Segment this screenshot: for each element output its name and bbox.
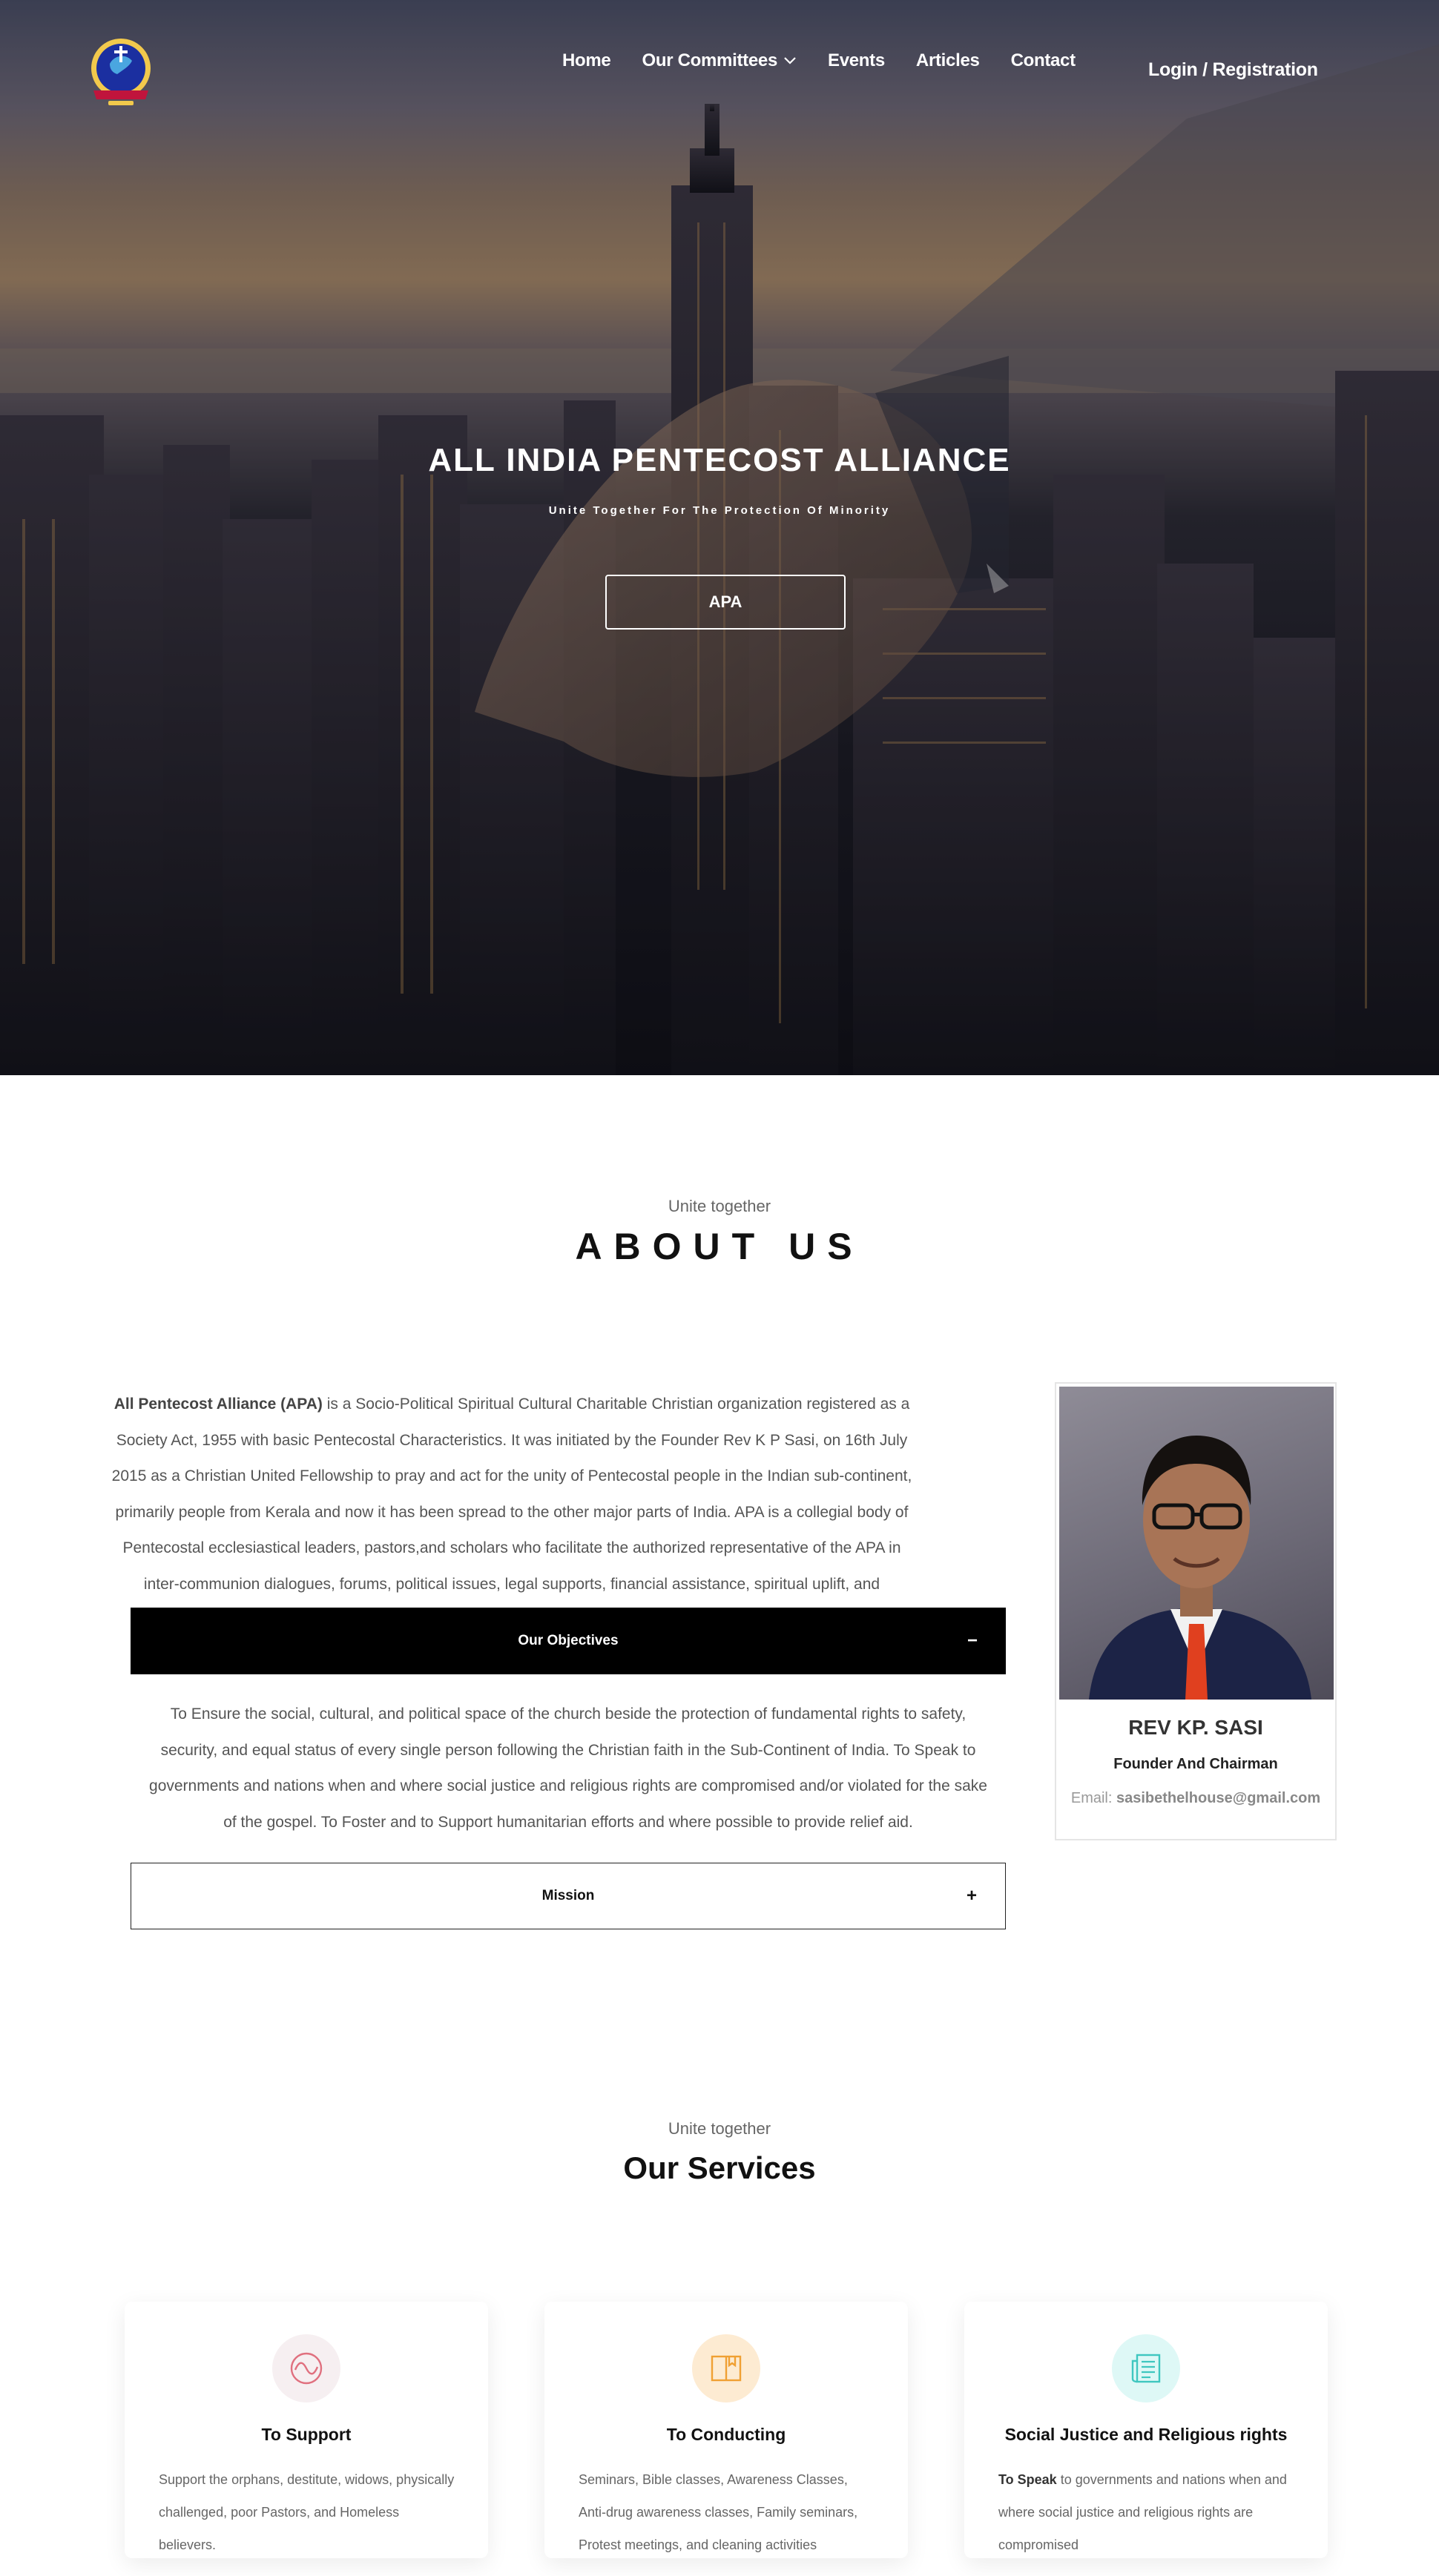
founder-role: Founder And Chairman xyxy=(1113,1756,1278,1772)
hero-overlay xyxy=(0,0,1439,1075)
nav-events[interactable]: Events xyxy=(828,50,885,71)
nav-contact[interactable]: Contact xyxy=(1011,50,1076,71)
service-justice-lead-bold: To Speak xyxy=(998,2472,1057,2487)
accordion-mission[interactable]: Mission + xyxy=(131,1863,1006,1929)
about-body: is a Socio-Political Spiritual Cultural … xyxy=(111,1396,912,1629)
objectives-content: To Ensure the social, cultural, and poli… xyxy=(149,1705,987,1831)
nav-our-committees[interactable]: Our Committees xyxy=(642,50,797,71)
service-justice-desc: To Speak to governments and nations when… xyxy=(998,2463,1295,2561)
nav-articles-label: Articles xyxy=(915,50,980,70)
service-card-justice: Social Justice and Religious rights To S… xyxy=(964,2302,1328,2558)
hero-section: Home Our Committees Events Articles Cont… xyxy=(0,0,1439,1075)
nav-our-committees-label: Our Committees xyxy=(642,50,777,70)
hero-subtitle: Unite Together For The Protection Of Min… xyxy=(548,504,891,517)
founder-profile-card: REV KP. SASI Founder And Chairman Email:… xyxy=(1055,1382,1337,1840)
apa-logo[interactable] xyxy=(88,37,154,108)
plus-icon: + xyxy=(966,1886,977,1906)
founder-name: REV KP. SASI xyxy=(1128,1716,1263,1739)
minus-icon: − xyxy=(967,1631,978,1651)
about-title: ABOUT US xyxy=(575,1226,864,1267)
founder-email-line: Email: sasibethelhouse@gmail.com xyxy=(1056,1790,1335,1807)
founder-email-link[interactable]: sasibethelhouse@gmail.com xyxy=(1116,1790,1320,1806)
service-card-conducting: To Conducting Seminars, Bible classes, A… xyxy=(544,2302,908,2558)
wave-icon xyxy=(272,2334,340,2402)
accordion-our-objectives-title: Our Objectives xyxy=(518,1633,619,1648)
service-conducting-title: To Conducting xyxy=(666,2425,786,2444)
accordion-our-objectives[interactable]: Our Objectives − xyxy=(131,1608,1006,1674)
hero-apa-button[interactable]: APA xyxy=(605,575,846,630)
about-kicker: Unite together xyxy=(668,1197,771,1215)
service-conducting-desc: Seminars, Bible classes, Awareness Class… xyxy=(579,2472,858,2552)
service-card-support: To Support Support the orphans, destitut… xyxy=(125,2302,488,2558)
newspaper-icon xyxy=(1112,2334,1180,2402)
founder-photo xyxy=(1059,1387,1334,1700)
about-description: All Pentecost Alliance (APA) is a Socio-… xyxy=(110,1387,914,1639)
services-title: Our Services xyxy=(623,2150,816,2185)
nav-events-label: Events xyxy=(828,50,885,70)
service-support-title: To Support xyxy=(261,2425,352,2444)
service-support-desc: Support the orphans, destitute, widows, … xyxy=(159,2472,455,2552)
services-kicker: Unite together xyxy=(668,2119,771,2138)
nav-articles[interactable]: Articles xyxy=(916,50,980,71)
hero-title: ALL INDIA PENTECOST ALLIANCE xyxy=(428,442,1011,478)
founder-portrait-image xyxy=(1089,1436,1311,1700)
chevron-down-icon xyxy=(784,57,796,65)
nav-contact-label: Contact xyxy=(1010,50,1076,70)
founder-email-label: Email: xyxy=(1070,1790,1116,1806)
accordion-mission-title: Mission xyxy=(541,1888,595,1903)
nav-home[interactable]: Home xyxy=(562,50,611,71)
about-lead-bold: All Pentecost Alliance (APA) xyxy=(113,1396,323,1413)
login-registration-link[interactable]: Login / Registration xyxy=(1148,59,1318,81)
service-justice-title: Social Justice and Religious rights xyxy=(1004,2425,1288,2444)
book-icon xyxy=(692,2334,760,2402)
nav-home-label: Home xyxy=(562,50,611,70)
main-navigation: Home Our Committees Events Articles Cont… xyxy=(562,50,1076,71)
